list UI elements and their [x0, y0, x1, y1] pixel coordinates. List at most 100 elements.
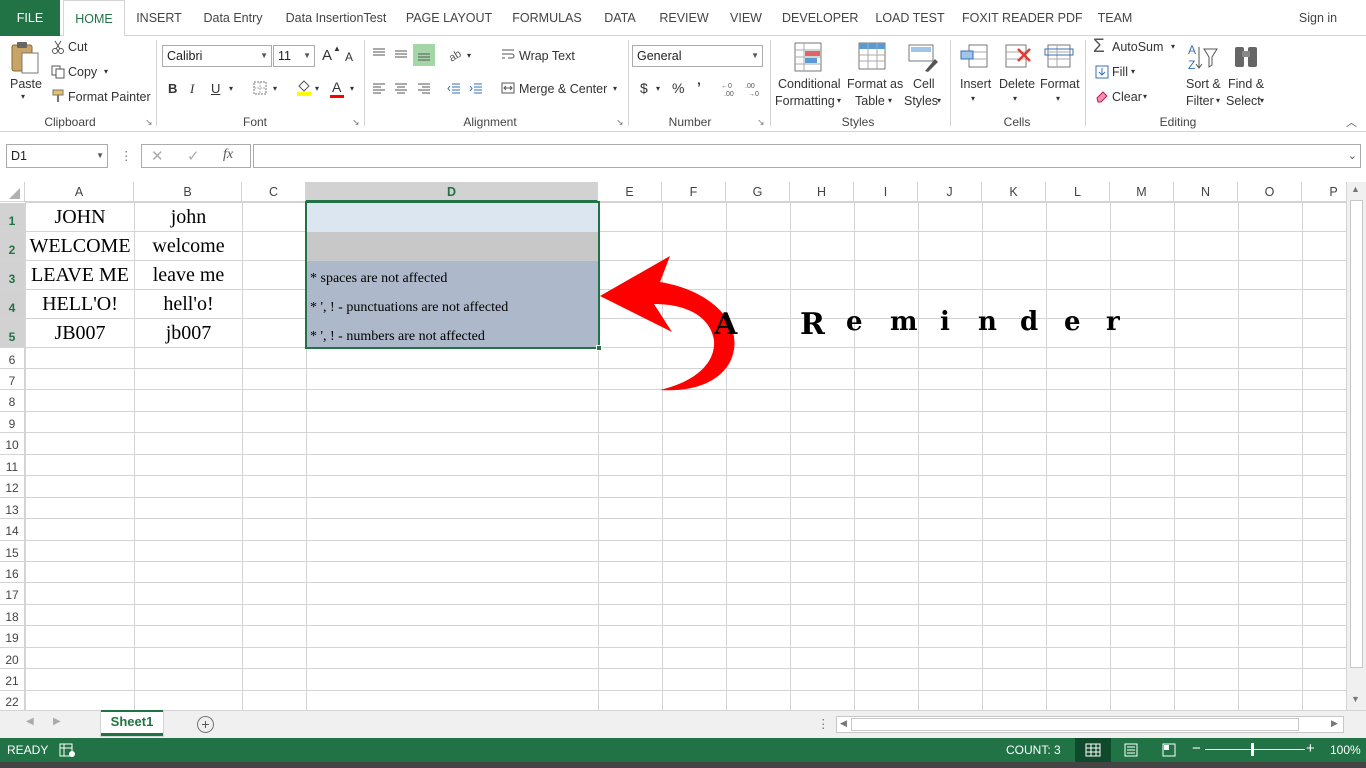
- clear-dropdown-icon[interactable]: ▾: [1143, 92, 1147, 101]
- row-header-4[interactable]: 4: [0, 290, 25, 319]
- row-header-11[interactable]: 11: [0, 455, 25, 476]
- column-header-h[interactable]: H: [790, 182, 854, 202]
- font-launcher-icon[interactable]: ↘: [352, 117, 360, 128]
- borders-dropdown-icon[interactable]: ▾: [273, 84, 277, 93]
- clear-button[interactable]: Clear: [1112, 90, 1142, 104]
- cell-A4[interactable]: HELL'O!: [26, 290, 134, 319]
- percent-button[interactable]: %: [672, 80, 684, 96]
- font-color-icon[interactable]: A: [332, 79, 341, 95]
- scroll-right-icon[interactable]: ▶: [1331, 718, 1338, 729]
- sign-in-link[interactable]: Sign in: [1292, 0, 1344, 36]
- delete-cells-icon[interactable]: [1001, 40, 1033, 72]
- cut-icon[interactable]: [50, 39, 66, 55]
- column-header-c[interactable]: C: [242, 182, 306, 202]
- merge-center-button[interactable]: Merge & Center: [519, 82, 607, 96]
- row-header-19[interactable]: 19: [0, 626, 25, 648]
- currency-button[interactable]: $: [640, 80, 648, 96]
- new-sheet-icon[interactable]: +: [197, 716, 214, 733]
- formula-input[interactable]: ⌄: [253, 144, 1361, 168]
- underline-dropdown-icon[interactable]: ▾: [229, 84, 233, 93]
- align-bottom-icon[interactable]: [413, 44, 435, 66]
- bold-button[interactable]: B: [168, 81, 177, 96]
- conditional-formatting-dropdown-icon[interactable]: ▾: [837, 96, 841, 105]
- cell-styles-label-1[interactable]: Cell: [913, 77, 935, 91]
- column-header-f[interactable]: F: [662, 182, 726, 202]
- cancel-icon[interactable]: ✕: [151, 147, 164, 165]
- column-header-o[interactable]: O: [1238, 182, 1302, 202]
- align-right-icon[interactable]: [416, 81, 432, 97]
- tab-data[interactable]: DATA: [598, 0, 642, 36]
- autosum-dropdown-icon[interactable]: ▾: [1171, 42, 1175, 51]
- enter-check-icon[interactable]: ✓: [187, 147, 200, 165]
- number-launcher-icon[interactable]: ↘: [757, 117, 765, 128]
- format-painter-icon[interactable]: [50, 88, 66, 104]
- align-top-icon[interactable]: [371, 46, 387, 62]
- column-header-l[interactable]: L: [1046, 182, 1110, 202]
- zoom-out-icon[interactable]: −: [1192, 740, 1201, 757]
- tab-data-entry[interactable]: Data Entry: [196, 0, 270, 36]
- find-select-icon[interactable]: [1230, 40, 1264, 74]
- tab-foxit-reader-pdf[interactable]: FOXIT READER PDF: [962, 0, 1083, 36]
- cell-B5[interactable]: jb007: [135, 319, 242, 348]
- column-header-e[interactable]: E: [598, 182, 662, 202]
- next-sheet-icon[interactable]: ▶: [53, 716, 61, 727]
- decrease-decimal-icon[interactable]: .00 →0: [744, 80, 764, 98]
- borders-icon[interactable]: [252, 80, 268, 96]
- scroll-up-icon[interactable]: ▲: [1351, 184, 1360, 194]
- cell-B2[interactable]: welcome: [135, 232, 242, 261]
- fill-color-dropdown-icon[interactable]: ▾: [315, 84, 319, 93]
- insert-cells-icon[interactable]: [958, 40, 990, 72]
- wrap-text-icon[interactable]: [500, 47, 516, 63]
- shrink-font-icon[interactable]: A: [345, 50, 353, 64]
- row-header-7[interactable]: 7: [0, 369, 25, 390]
- conditional-formatting-label-1[interactable]: Conditional: [778, 77, 841, 91]
- row-header-16[interactable]: 16: [0, 562, 25, 583]
- format-as-table-icon[interactable]: [856, 40, 890, 74]
- vertical-scroll-thumb[interactable]: [1350, 200, 1363, 668]
- cell-B1[interactable]: john: [135, 203, 242, 232]
- format-cells-button[interactable]: Format: [1040, 77, 1080, 91]
- merge-center-icon[interactable]: [500, 80, 516, 96]
- column-header-j[interactable]: J: [918, 182, 982, 202]
- clipboard-launcher-icon[interactable]: ↘: [145, 117, 153, 128]
- delete-cells-button[interactable]: Delete: [999, 77, 1035, 91]
- copy-dropdown-icon[interactable]: ▾: [104, 67, 108, 76]
- column-header-m[interactable]: M: [1110, 182, 1174, 202]
- zoom-slider-thumb[interactable]: [1251, 743, 1254, 756]
- tab-team[interactable]: TEAM: [1090, 0, 1140, 36]
- tab-insert[interactable]: INSERT: [130, 0, 188, 36]
- scroll-left-icon[interactable]: ◀: [840, 718, 847, 729]
- tab-home[interactable]: HOME: [63, 0, 125, 37]
- increase-indent-icon[interactable]: [468, 81, 484, 97]
- conditional-formatting-label-2[interactable]: Formatting: [775, 94, 835, 108]
- zoom-slider-track[interactable]: [1205, 749, 1305, 750]
- row-header-2[interactable]: 2: [0, 232, 25, 261]
- copy-button[interactable]: Copy: [68, 65, 97, 79]
- column-header-n[interactable]: N: [1174, 182, 1238, 202]
- font-size-select[interactable]: 11 ▼: [273, 45, 315, 67]
- paste-icon[interactable]: [8, 40, 42, 76]
- comma-button[interactable]: ’: [697, 79, 701, 95]
- collapse-ribbon-icon[interactable]: ︿: [1346, 114, 1357, 130]
- format-dropdown-icon[interactable]: ▾: [1056, 94, 1060, 103]
- number-format-select[interactable]: General ▼: [632, 45, 763, 67]
- row-header-18[interactable]: 18: [0, 605, 25, 626]
- column-header-d[interactable]: D: [306, 182, 598, 202]
- orientation-icon[interactable]: ab: [446, 45, 466, 63]
- cell-D4[interactable]: * ', ! - punctuations are not affected: [306, 297, 508, 319]
- page-break-view-icon[interactable]: [1160, 741, 1178, 759]
- autosum-button[interactable]: AutoSum: [1112, 40, 1163, 54]
- increase-decimal-icon[interactable]: ←0.00: [720, 80, 740, 98]
- tab-data-insertion-test[interactable]: Data InsertionTest: [280, 0, 392, 36]
- align-center-icon[interactable]: [393, 81, 409, 97]
- row-header-17[interactable]: 17: [0, 583, 25, 605]
- copy-icon[interactable]: [50, 64, 66, 80]
- row-header-6[interactable]: 6: [0, 348, 25, 369]
- cell-A2[interactable]: WELCOME: [26, 232, 134, 261]
- row-header-9[interactable]: 9: [0, 412, 25, 433]
- tab-review[interactable]: REVIEW: [656, 0, 712, 36]
- row-header-14[interactable]: 14: [0, 519, 25, 541]
- format-as-table-label-1[interactable]: Format as: [847, 77, 903, 91]
- paste-button[interactable]: Paste: [10, 77, 42, 91]
- row-header-12[interactable]: 12: [0, 476, 25, 498]
